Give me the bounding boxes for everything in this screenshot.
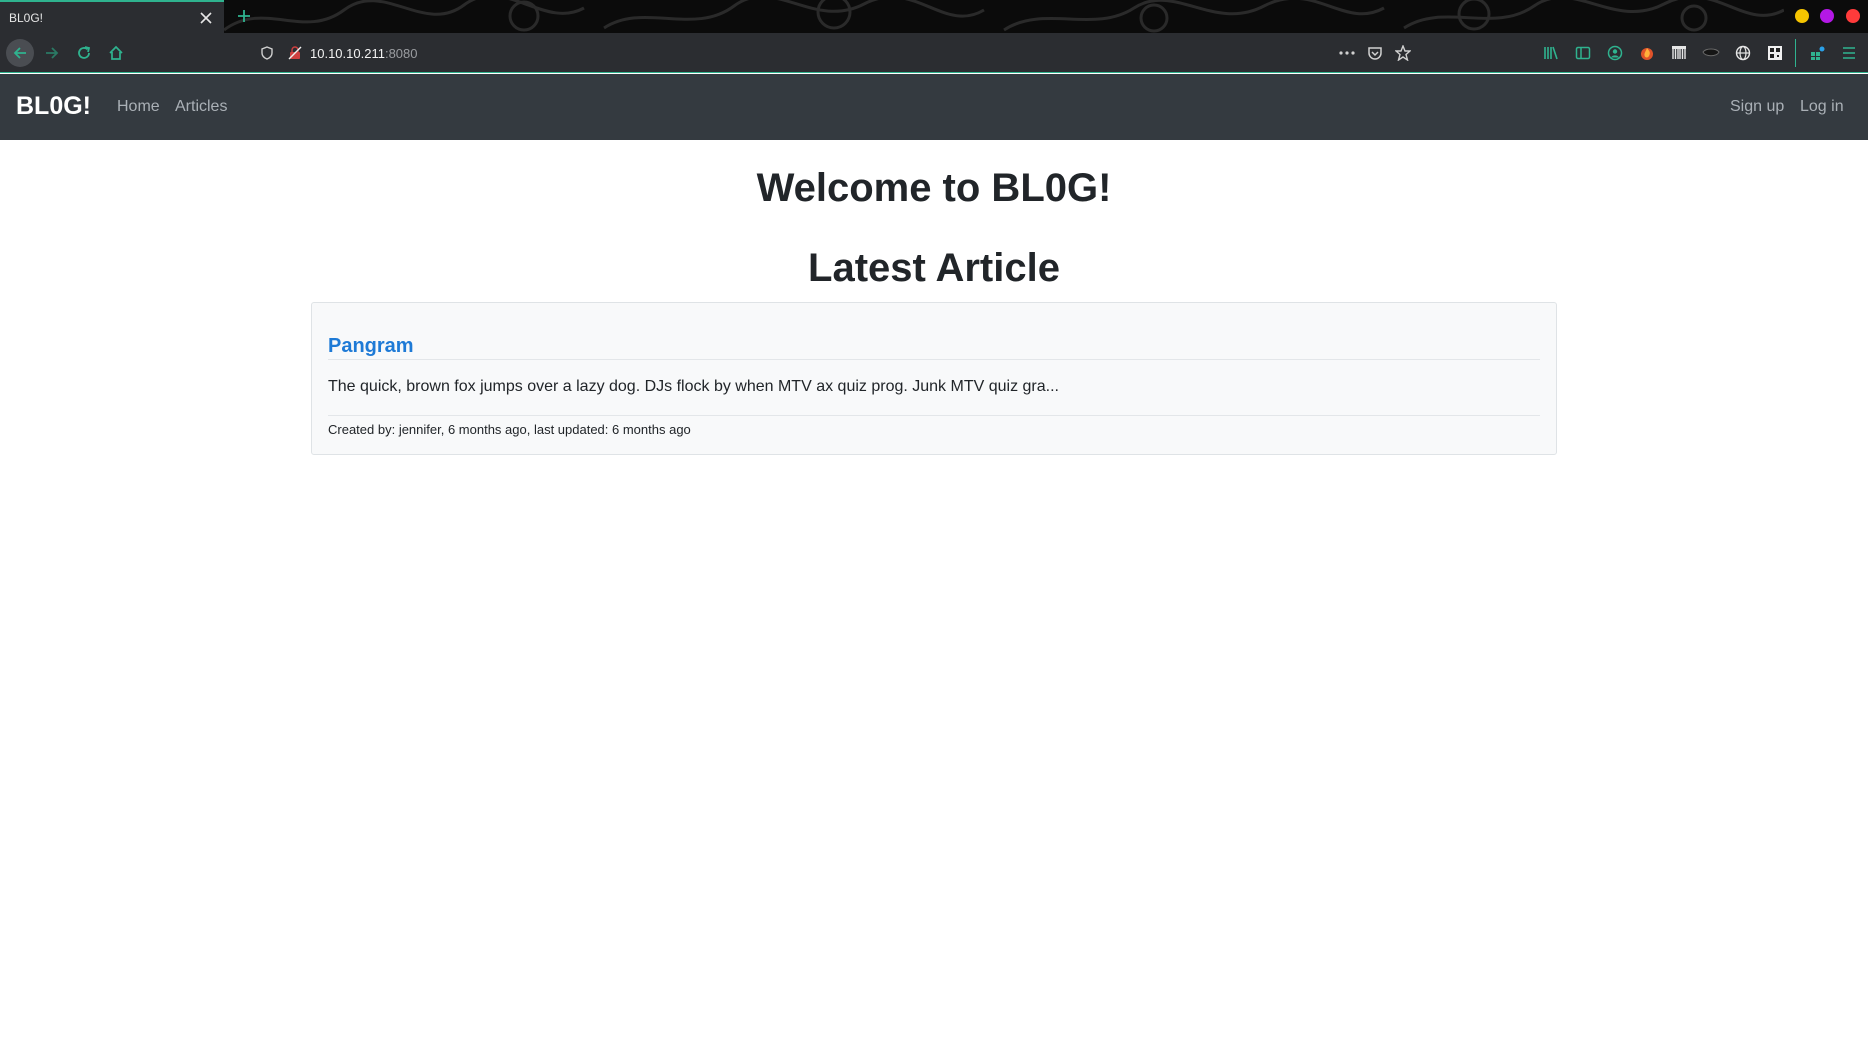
- decorative-theme-art: [224, 0, 1784, 33]
- url-host: 10.10.10.211: [310, 45, 385, 61]
- extension-fire-icon[interactable]: [1638, 44, 1656, 62]
- bookmark-star-icon[interactable]: [1394, 44, 1412, 62]
- window-maximize-button[interactable]: [1820, 9, 1834, 23]
- library-icon[interactable]: [1542, 44, 1560, 62]
- tab-title: BL0G!: [9, 10, 44, 25]
- insecure-connection-icon[interactable]: [286, 44, 304, 62]
- extension-mask-icon[interactable]: [1702, 44, 1720, 62]
- toolbar-separator: [1795, 39, 1796, 67]
- window-close-button[interactable]: [1846, 9, 1860, 23]
- browser-tab-active[interactable]: BL0G!: [0, 0, 224, 33]
- site-navbar: BL0G! Home Articles Sign up Log in: [0, 74, 1868, 140]
- reload-button[interactable]: [70, 39, 98, 67]
- tracking-shield-icon[interactable]: [258, 44, 276, 62]
- extension-barcode-icon[interactable]: [1670, 44, 1688, 62]
- extension-qr-icon[interactable]: [1766, 44, 1784, 62]
- back-button[interactable]: [6, 39, 34, 67]
- page-title: Welcome to BL0G!: [756, 166, 1112, 210]
- article-meta: Created by: jennifer, 6 months ago, last…: [328, 422, 691, 437]
- divider: [328, 415, 1540, 416]
- account-icon[interactable]: [1606, 44, 1624, 62]
- divider: [328, 359, 1540, 360]
- browser-toolbar: 10.10.10.211:8080: [0, 33, 1868, 73]
- nav-link-log-in[interactable]: Log in: [1800, 98, 1844, 116]
- forward-button[interactable]: [38, 39, 66, 67]
- pocket-icon[interactable]: [1366, 44, 1384, 62]
- sidebar-icon[interactable]: [1574, 44, 1592, 62]
- article-excerpt: The quick, brown fox jumps over a lazy d…: [328, 378, 1059, 395]
- site-brand[interactable]: BL0G!: [16, 92, 91, 121]
- page-actions-icon[interactable]: [1338, 44, 1356, 62]
- article-card: Pangram The quick, brown fox jumps over …: [311, 302, 1557, 455]
- url-bar[interactable]: 10.10.10.211:8080: [252, 39, 1417, 67]
- window-minimize-button[interactable]: [1795, 9, 1809, 23]
- nav-link-articles[interactable]: Articles: [175, 98, 227, 116]
- nav-link-sign-up[interactable]: Sign up: [1730, 98, 1784, 116]
- url-port: :8080: [384, 45, 418, 61]
- browser-tabstrip: BL0G!: [0, 0, 1868, 33]
- menu-icon[interactable]: [1840, 44, 1858, 62]
- home-button[interactable]: [102, 39, 130, 67]
- url-text: 10.10.10.211:8080: [310, 46, 418, 61]
- section-heading-latest-article: Latest Article: [808, 246, 1060, 290]
- new-tab-icon[interactable]: [232, 4, 256, 28]
- tab-close-icon[interactable]: [194, 6, 218, 30]
- nav-link-home[interactable]: Home: [117, 98, 160, 116]
- extensions-icon[interactable]: [1808, 44, 1826, 62]
- extension-globe-icon[interactable]: [1734, 44, 1752, 62]
- article-title-link[interactable]: Pangram: [328, 335, 414, 358]
